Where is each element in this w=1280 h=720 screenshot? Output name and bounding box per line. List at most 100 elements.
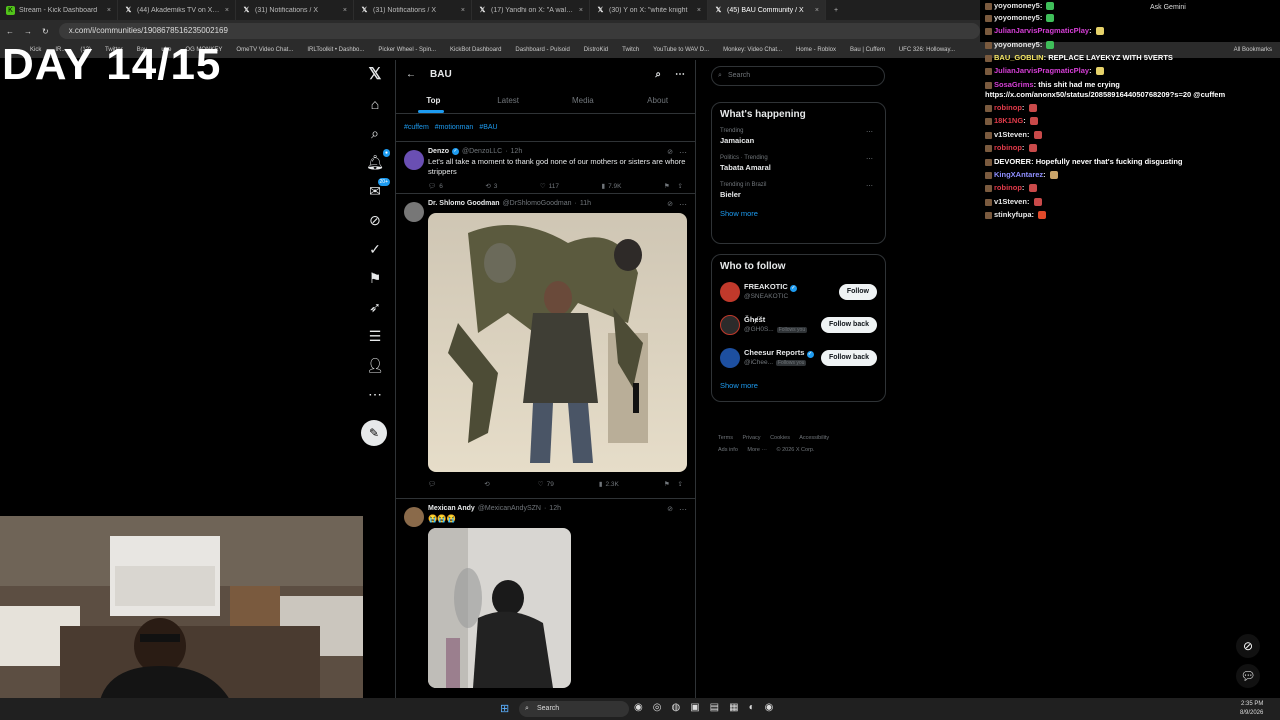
bookmark-item[interactable]: Picker Wheel - Spin... <box>378 47 436 53</box>
chrome-active-icon[interactable]: ◉ <box>765 702 774 713</box>
chat-username[interactable]: v1Steven <box>994 130 1027 139</box>
trend-item[interactable]: Trending Jamaican ⋯ <box>720 128 877 145</box>
close-tab-icon[interactable]: × <box>225 7 229 14</box>
follow-suggestion[interactable]: Ğhɇšt @GH0S... Follows you Follow back <box>720 313 877 346</box>
compose-post-button[interactable]: ✎ <box>361 420 387 446</box>
chat-username[interactable]: yoyomoney5 <box>994 40 1040 49</box>
taskbar-clock[interactable]: 2:35 PM 8/9/2026 <box>1240 700 1263 718</box>
avatar[interactable] <box>404 202 424 222</box>
browser-tab[interactable]: 𝕏 (17) Yandhi on X: "A walking p × <box>472 0 590 20</box>
chat-username[interactable]: yoyomoney5 <box>994 1 1040 10</box>
hashtag-link[interactable]: #motionman <box>435 124 474 131</box>
tweet-image[interactable] <box>428 213 687 472</box>
tweet-more-icon[interactable]: ⋯ <box>679 505 687 514</box>
chat-username[interactable]: KingXAntarez <box>994 170 1043 179</box>
chat-pin-icon[interactable]: ⊘ <box>1236 634 1260 658</box>
chat-username[interactable]: stinkyfupa <box>994 210 1032 219</box>
footer-link[interactable]: Terms <box>718 435 733 441</box>
more-icon[interactable]: ⋯ <box>364 383 386 405</box>
footer-link[interactable]: More ··· <box>747 447 767 453</box>
trend-item[interactable]: Trending in Brazil Bieler ⋯ <box>720 182 877 199</box>
tweet[interactable]: Dr. Shlomo Goodman @DrShlomoGoodman · 11… <box>396 194 695 499</box>
home-icon[interactable]: ⌂ <box>364 93 386 115</box>
communities-rocket-icon[interactable]: ➶ <box>364 296 386 318</box>
follow-suggestion[interactable]: Cheesur Reports ✓ @iChee... Follows you F… <box>720 346 877 379</box>
browser-tab[interactable]: 𝕏 (44) Akademiks TV on X: "Alab × <box>118 0 236 20</box>
tab-top[interactable]: Top <box>396 88 471 113</box>
x-logo-icon[interactable]: 𝕏 <box>364 64 386 86</box>
tweet-more-icon[interactable]: ⋯ <box>679 200 687 209</box>
tweet-author-name[interactable]: Denzo <box>428 148 449 155</box>
chrome-icon[interactable]: ◉ <box>634 702 643 713</box>
search-icon[interactable]: ⌕ <box>655 69 661 80</box>
chat-username[interactable]: yoyomoney5 <box>994 13 1040 22</box>
close-tab-icon[interactable]: × <box>579 7 583 14</box>
tweet[interactable]: Mexican Andy @MexicanAndySZN · 12h ⊘ ⋯ 😭… <box>396 499 695 699</box>
notifications-icon[interactable]: 🔔︎ ● <box>364 149 390 173</box>
bookmark-item[interactable]: DistroKid <box>584 47 608 53</box>
like-button[interactable]: ♡ 79 <box>538 480 554 489</box>
back-arrow-icon[interactable]: ← <box>406 69 416 80</box>
tweet-handle[interactable]: @MexicanAndySZN <box>478 505 541 512</box>
avatar[interactable] <box>404 150 424 170</box>
url-field[interactable]: x.com/i/communities/1908678516235002169 <box>58 23 980 39</box>
grok-icon[interactable]: ⊘ <box>667 148 673 156</box>
app-icon[interactable]: ▣ <box>690 702 699 713</box>
browser-tab[interactable]: 𝕏 (31) Notifications / X × <box>354 0 472 20</box>
bookmark-item[interactable]: Home - Roblox <box>796 47 836 53</box>
chat-username[interactable]: robinop <box>994 103 1022 112</box>
browser-tab[interactable]: 𝕏 (45) BAU Community / X × <box>708 0 826 20</box>
avatar[interactable] <box>720 315 740 335</box>
obs-icon[interactable]: ◎ <box>653 702 662 713</box>
taskbar-search[interactable]: ⌕ Search <box>519 701 629 717</box>
repost-button[interactable]: ⟲ 3 <box>485 182 497 191</box>
footer-link[interactable]: Cookies <box>770 435 790 441</box>
grok-icon[interactable]: ⊘ <box>364 209 386 231</box>
chat-username[interactable]: BAU_GOBLIN <box>994 53 1044 62</box>
reply-button[interactable]: 💬︎ 6 <box>428 182 443 191</box>
bookmark-item[interactable]: Dashboard - Pulsoid <box>515 47 569 53</box>
tweet-author-name[interactable]: Mexican Andy <box>428 505 475 512</box>
lists-icon[interactable]: ☰ <box>364 325 386 347</box>
tab-about[interactable]: About <box>620 88 695 113</box>
bookmark-item[interactable]: KickBot Dashboard <box>450 47 501 53</box>
tweet-video[interactable] <box>428 528 571 688</box>
bookmark-icon[interactable]: ⚑ <box>664 182 670 190</box>
footer-link[interactable]: Accessibility <box>799 435 829 441</box>
chat-username[interactable]: JulianJarvisPragmaticPlay <box>994 66 1089 75</box>
grok-icon[interactable]: ⊘ <box>667 505 673 513</box>
avatar[interactable] <box>404 507 424 527</box>
chat-username[interactable]: v1Steven <box>994 197 1027 206</box>
bookmark-item[interactable]: YouTube to WAV D... <box>653 47 709 53</box>
profile-icon[interactable]: 👤︎ <box>364 354 386 376</box>
browser-tab[interactable]: 𝕏 (30) Y on X: "white knight × <box>590 0 708 20</box>
close-tab-icon[interactable]: × <box>697 7 701 14</box>
hashtag-link[interactable]: #BAU <box>479 124 497 131</box>
tweet-author-name[interactable]: Dr. Shlomo Goodman <box>428 200 500 207</box>
trend-more-icon[interactable]: ⋯ <box>866 182 873 190</box>
close-tab-icon[interactable]: × <box>815 7 819 14</box>
close-tab-icon[interactable]: × <box>343 7 347 14</box>
bookmark-icon[interactable]: ⚑ <box>664 480 670 488</box>
grok-icon[interactable]: ⊘ <box>667 200 673 208</box>
chat-username[interactable]: DEVORER <box>994 157 1031 166</box>
chat-username[interactable]: 18K1NG <box>994 116 1023 125</box>
repost-button[interactable]: ⟲ <box>484 480 492 488</box>
kick-icon[interactable]: ▤ <box>710 702 719 713</box>
back-icon[interactable]: ← <box>6 27 14 36</box>
premium-icon[interactable]: ✓ <box>364 238 386 260</box>
avatar[interactable] <box>720 348 740 368</box>
discord-icon[interactable]: ◍ <box>671 702 680 713</box>
close-tab-icon[interactable]: × <box>461 7 465 14</box>
reply-button[interactable]: 💬︎ <box>428 480 439 488</box>
chat-username[interactable]: JulianJarvisPragmaticPlay <box>994 26 1089 35</box>
footer-link[interactable]: Ads info <box>718 447 738 453</box>
search-input[interactable]: ⌕ Search <box>711 66 885 86</box>
bookmark-item[interactable]: OmeTV Video Chat... <box>236 47 293 53</box>
tweet-more-icon[interactable]: ⋯ <box>679 148 687 157</box>
bookmark-item[interactable]: Twitch <box>622 47 639 53</box>
close-tab-icon[interactable]: × <box>107 7 111 14</box>
views-button[interactable]: ▮ 2.3K <box>599 480 619 489</box>
start-icon[interactable]: ⊞ <box>500 702 509 715</box>
follow-button[interactable]: Follow <box>838 284 877 300</box>
